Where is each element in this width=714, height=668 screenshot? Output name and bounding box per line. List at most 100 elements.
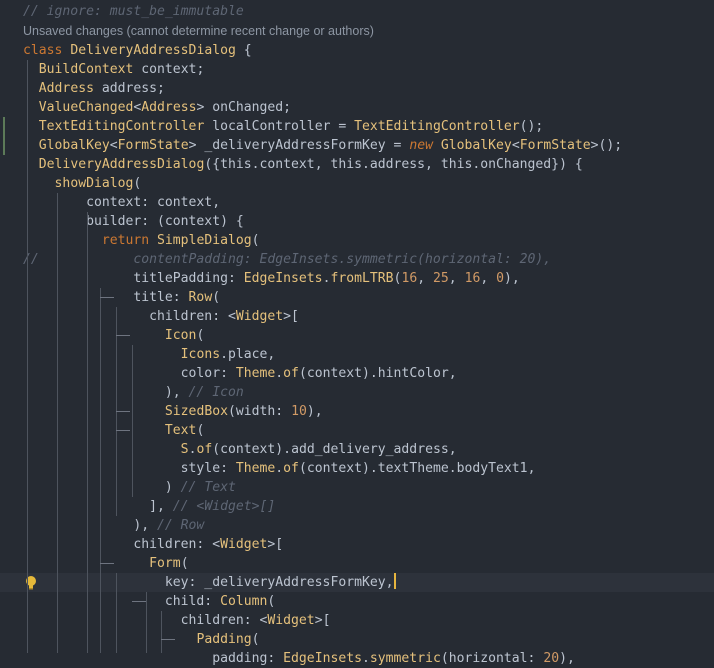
tree-line (146, 592, 147, 653)
code-line[interactable]: Address address; (0, 79, 714, 98)
code-line[interactable]: S.of(context).add_delivery_address, (0, 440, 714, 459)
code-editor[interactable]: Unsaved changes (cannot determine recent… (0, 0, 714, 666)
tree-branch-line (161, 639, 175, 640)
code-token: children: < (23, 537, 221, 552)
code-token: ) (23, 480, 181, 495)
code-text[interactable]: TextEditingController localController = … (23, 117, 544, 136)
code-text[interactable]: DeliveryAddressDialog({this.context, thi… (23, 155, 583, 174)
code-line[interactable]: return SimpleDialog( (0, 231, 714, 250)
tree-branch-line (100, 563, 114, 564)
code-line[interactable]: GlobalKey<FormState> _deliveryAddressFor… (0, 136, 714, 155)
code-line[interactable]: ValueChanged<Address> onChanged; (0, 98, 714, 117)
code-line[interactable]: children: <Widget>[ (0, 611, 714, 630)
code-token: symmetric (369, 651, 441, 666)
code-text[interactable]: class DeliveryAddressDialog { (23, 41, 252, 60)
change-gutter-marker[interactable] (3, 136, 5, 155)
code-text[interactable]: children: <Widget>[ (23, 611, 331, 630)
code-line[interactable]: Icon( (0, 326, 714, 345)
code-token: > onChanged; (196, 100, 292, 115)
code-text[interactable]: ValueChanged<Address> onChanged; (23, 98, 291, 117)
code-token: Icons (180, 347, 221, 362)
code-token: SimpleDialog (157, 233, 252, 248)
code-text[interactable]: Address address; (23, 79, 165, 98)
code-line[interactable]: children: <Widget>[ (0, 307, 714, 326)
code-token: .place, (220, 347, 276, 362)
code-line[interactable]: titlePadding: EdgeInsets.fromLTRB(16, 25… (0, 269, 714, 288)
code-text[interactable]: return SimpleDialog( (23, 231, 260, 250)
code-line[interactable]: ], // <Widget>[] (0, 497, 714, 516)
code-token: // ignore: must_be_immutable (23, 4, 244, 19)
code-line[interactable]: Text( (0, 421, 714, 440)
code-text[interactable]: ), // Row (23, 516, 204, 535)
code-line[interactable]: ) // Text (0, 478, 714, 497)
code-line[interactable]: child: Column( (0, 592, 714, 611)
code-line[interactable]: children: <Widget>[ (0, 535, 714, 554)
code-text[interactable]: children: <Widget>[ (23, 307, 299, 326)
code-line[interactable]: Padding( (0, 630, 714, 649)
code-text[interactable]: titlePadding: EdgeInsets.fromLTRB(16, 25… (23, 269, 520, 288)
indent-guide (57, 193, 58, 653)
code-text[interactable]: Text( (23, 421, 204, 440)
code-text[interactable]: // ignore: must_be_immutable (23, 2, 244, 21)
code-text[interactable]: ) // Text (23, 478, 236, 497)
code-text[interactable]: context: context, (23, 193, 220, 212)
code-line[interactable]: context: context, (0, 193, 714, 212)
tree-branch-line (116, 335, 130, 336)
code-text[interactable]: child: Column( (23, 592, 275, 611)
code-token: >[ (283, 309, 299, 324)
tree-branch-line (132, 601, 146, 602)
code-line[interactable]: Icons.place, (0, 345, 714, 364)
code-text[interactable]: showDialog( (23, 174, 142, 193)
code-token: Address (38, 81, 94, 96)
code-line[interactable]: padding: EdgeInsets.symmetric(horizontal… (0, 649, 714, 668)
code-text[interactable]: Icons.place, (23, 345, 276, 364)
code-token: EdgeInsets (283, 651, 362, 666)
code-token: , (417, 271, 433, 286)
code-text[interactable]: children: <Widget>[ (23, 535, 283, 554)
code-text[interactable]: Icon( (23, 326, 204, 345)
code-line[interactable]: // contentPadding: EdgeInsets.symmetric(… (0, 250, 714, 269)
code-text[interactable]: ], // <Widget>[] (23, 497, 275, 516)
code-line[interactable]: ), // Icon (0, 383, 714, 402)
code-text[interactable]: key: _deliveryAddressFormKey, (23, 573, 396, 592)
code-token: localController = (204, 119, 355, 134)
code-line[interactable]: BuildContext context; (0, 60, 714, 79)
code-text[interactable]: BuildContext context; (23, 60, 205, 79)
code-text[interactable]: Padding( (23, 630, 259, 649)
code-text[interactable]: color: Theme.of(context).hintColor, (23, 364, 457, 383)
code-token: style: (23, 461, 236, 476)
code-token: >[ (267, 537, 284, 552)
code-line[interactable]: style: Theme.of(context).textTheme.bodyT… (0, 459, 714, 478)
code-token: DeliveryAddressDialog (38, 157, 205, 172)
code-token: 0 (496, 271, 505, 286)
code-line[interactable]: DeliveryAddressDialog({this.context, thi… (0, 155, 714, 174)
code-text[interactable]: // contentPadding: EdgeInsets.symmetric(… (23, 250, 551, 269)
code-token: class (23, 43, 71, 58)
code-text[interactable]: padding: EdgeInsets.symmetric(horizontal… (23, 649, 575, 668)
code-token: ( (133, 176, 142, 191)
tree-line (100, 288, 101, 653)
code-token: (); (519, 119, 544, 134)
code-text[interactable]: S.of(context).add_delivery_address, (23, 440, 457, 459)
blame-annotation-line: Unsaved changes (cannot determine recent… (0, 22, 714, 40)
code-token: ), (504, 271, 520, 286)
code-line[interactable]: key: _deliveryAddressFormKey, (0, 573, 714, 592)
code-token: < (511, 138, 520, 153)
change-gutter-marker[interactable] (3, 117, 5, 136)
code-line[interactable]: color: Theme.of(context).hintColor, (0, 364, 714, 383)
code-text[interactable]: GlobalKey<FormState> _deliveryAddressFor… (23, 136, 622, 155)
code-line[interactable]: showDialog( (0, 174, 714, 193)
code-line[interactable]: TextEditingController localController = … (0, 117, 714, 136)
code-token: Theme (235, 461, 276, 476)
code-line[interactable]: SizedBox(width: 10), (0, 402, 714, 421)
code-line[interactable]: builder: (context) { (0, 212, 714, 231)
code-line[interactable]: // ignore: must_be_immutable (0, 2, 714, 21)
code-line[interactable]: ), // Row (0, 516, 714, 535)
code-token: DeliveryAddressDialog (70, 43, 236, 58)
code-text[interactable]: SizedBox(width: 10), (23, 402, 323, 421)
code-token: of (283, 366, 299, 381)
code-line[interactable]: class DeliveryAddressDialog { (0, 41, 714, 60)
code-text[interactable]: title: Row( (23, 288, 220, 307)
